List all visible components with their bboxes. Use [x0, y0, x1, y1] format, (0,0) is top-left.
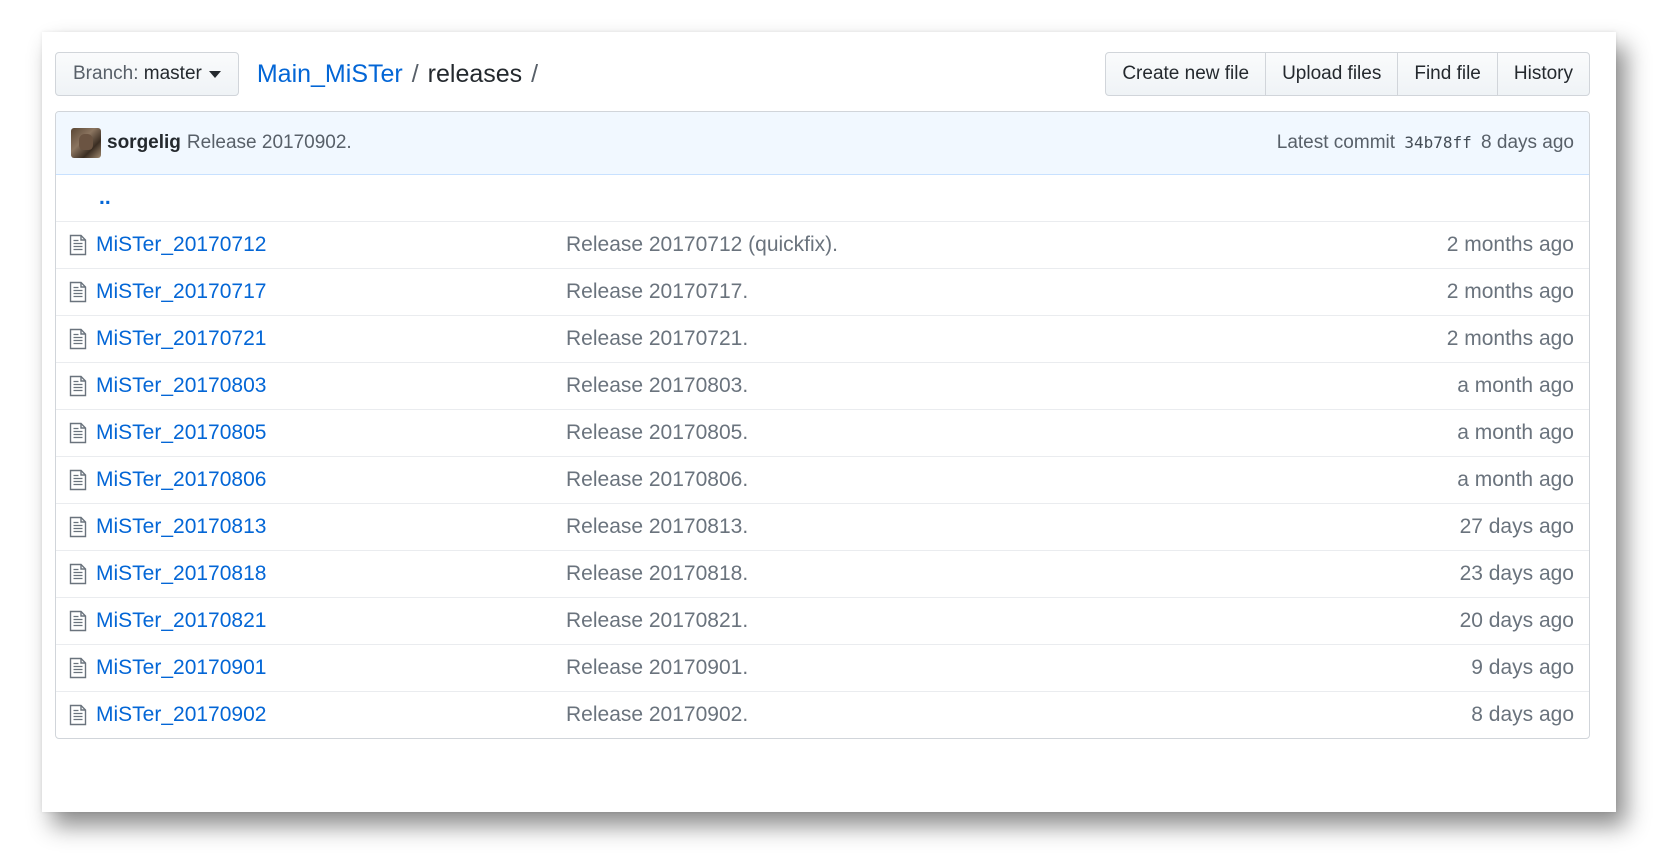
file-table: sorgelig Release 20170902. Latest commit… — [55, 111, 1590, 739]
commit-message-link[interactable]: Release 20170902. — [187, 132, 352, 154]
breadcrumb-separator: / — [411, 59, 419, 88]
file-row[interactable]: MiSTer_20170803 Release 20170803. a month … — [56, 362, 1589, 409]
file-age: 23 days ago — [1459, 562, 1574, 585]
file-row[interactable]: MiSTer_20170806 Release 20170806. a month … — [56, 456, 1589, 503]
file-age: 27 days ago — [1459, 515, 1574, 538]
commit-age: 8 days ago — [1481, 132, 1574, 153]
file-age: 8 days ago — [1471, 703, 1574, 726]
create-new-file-button[interactable]: Create new file — [1105, 52, 1267, 96]
file-icon — [69, 328, 87, 350]
find-file-button[interactable]: Find file — [1397, 52, 1498, 96]
file-age: a month ago — [1457, 468, 1574, 491]
file-commit-message-link[interactable]: Release 20170712 (quickfix). — [566, 233, 838, 257]
file-icon — [69, 563, 87, 585]
file-name-link[interactable]: MiSTer_20170813 — [96, 515, 566, 539]
breadcrumb: Main_MiSTer / releases / — [257, 60, 547, 89]
file-actions: Create new file Upload files Find file H… — [1105, 52, 1590, 96]
branch-select-button[interactable]: Branch: master — [55, 52, 239, 96]
file-row[interactable]: MiSTer_20170901 Release 20170901. 9 days a… — [56, 644, 1589, 691]
upload-files-button[interactable]: Upload files — [1265, 52, 1399, 96]
file-row[interactable]: MiSTer_20170712 Release 20170712 (quickfi… — [56, 221, 1589, 268]
commit-tease: sorgelig Release 20170902. Latest commit… — [56, 112, 1589, 175]
file-name-link[interactable]: MiSTer_20170806 — [96, 468, 566, 492]
file-age: a month ago — [1457, 421, 1574, 444]
breadcrumb-repo-link[interactable]: Main_MiSTer — [257, 60, 403, 89]
file-row[interactable]: MiSTer_20170813 Release 20170813. 27 days … — [56, 503, 1589, 550]
file-commit-message-link[interactable]: Release 20170803. — [566, 374, 748, 398]
file-commit-message-link[interactable]: Release 20170821. — [566, 609, 748, 633]
file-age: 2 months ago — [1446, 327, 1574, 350]
file-age: 9 days ago — [1471, 656, 1574, 679]
file-name-link[interactable]: MiSTer_20170902 — [96, 703, 566, 727]
file-row[interactable]: MiSTer_20170717 Release 20170717. 2 months… — [56, 268, 1589, 315]
file-icon — [69, 375, 87, 397]
file-icon — [69, 234, 87, 256]
file-row[interactable]: MiSTer_20170805 Release 20170805. a month … — [56, 409, 1589, 456]
parent-directory-link[interactable]: .. — [99, 186, 111, 210]
file-icon — [69, 610, 87, 632]
file-icon — [69, 422, 87, 444]
file-icon — [69, 281, 87, 303]
file-name-link[interactable]: MiSTer_20170901 — [96, 656, 566, 680]
commit-meta: Latest commit 34b78ff 8 days ago — [1277, 132, 1574, 154]
file-row[interactable]: MiSTer_20170821 Release 20170821. 20 days … — [56, 597, 1589, 644]
file-commit-message-link[interactable]: Release 20170806. — [566, 468, 748, 492]
file-commit-message-link[interactable]: Release 20170901. — [566, 656, 748, 680]
repo-frame: Branch: master Main_MiSTer / releases / … — [42, 32, 1616, 812]
file-commit-message-link[interactable]: Release 20170805. — [566, 421, 748, 445]
parent-directory-row[interactable]: .. — [56, 175, 1589, 221]
file-name-link[interactable]: MiSTer_20170803 — [96, 374, 566, 398]
file-name-link[interactable]: MiSTer_20170805 — [96, 421, 566, 445]
commit-sha-link[interactable]: 34b78ff — [1404, 133, 1471, 152]
file-age: 2 months ago — [1446, 280, 1574, 303]
file-icon — [69, 469, 87, 491]
file-name-link[interactable]: MiSTer_20170821 — [96, 609, 566, 633]
avatar[interactable] — [71, 128, 101, 158]
branch-name: master — [143, 63, 202, 84]
file-navigation: Branch: master Main_MiSTer / releases / … — [55, 52, 1590, 96]
file-age: a month ago — [1457, 374, 1574, 397]
file-name-link[interactable]: MiSTer_20170721 — [96, 327, 566, 351]
file-commit-message-link[interactable]: Release 20170902. — [566, 703, 748, 727]
breadcrumb-trailing-separator: / — [531, 59, 539, 88]
file-icon — [69, 704, 87, 726]
file-commit-message-link[interactable]: Release 20170721. — [566, 327, 748, 351]
file-name-link[interactable]: MiSTer_20170717 — [96, 280, 566, 304]
file-row[interactable]: MiSTer_20170721 Release 20170721. 2 months… — [56, 315, 1589, 362]
file-commit-message-link[interactable]: Release 20170717. — [566, 280, 748, 304]
file-age: 2 months ago — [1446, 233, 1574, 256]
file-name-link[interactable]: MiSTer_20170818 — [96, 562, 566, 586]
history-button[interactable]: History — [1496, 52, 1590, 96]
file-row[interactable]: MiSTer_20170818 Release 20170818. 23 days … — [56, 550, 1589, 597]
caret-down-icon — [208, 70, 221, 78]
file-name-link[interactable]: MiSTer_20170712 — [96, 233, 566, 257]
file-age: 20 days ago — [1459, 609, 1574, 632]
branch-label: Branch: — [73, 63, 139, 84]
file-icon — [69, 516, 87, 538]
file-commit-message-link[interactable]: Release 20170818. — [566, 562, 748, 586]
file-icon — [69, 657, 87, 679]
commit-author-link[interactable]: sorgelig — [107, 132, 181, 154]
breadcrumb-current-dir: releases — [427, 59, 523, 88]
file-commit-message-link[interactable]: Release 20170813. — [566, 515, 748, 539]
latest-commit-label: Latest commit — [1276, 132, 1396, 153]
file-row[interactable]: MiSTer_20170902 Release 20170902. 8 days a… — [56, 691, 1589, 738]
